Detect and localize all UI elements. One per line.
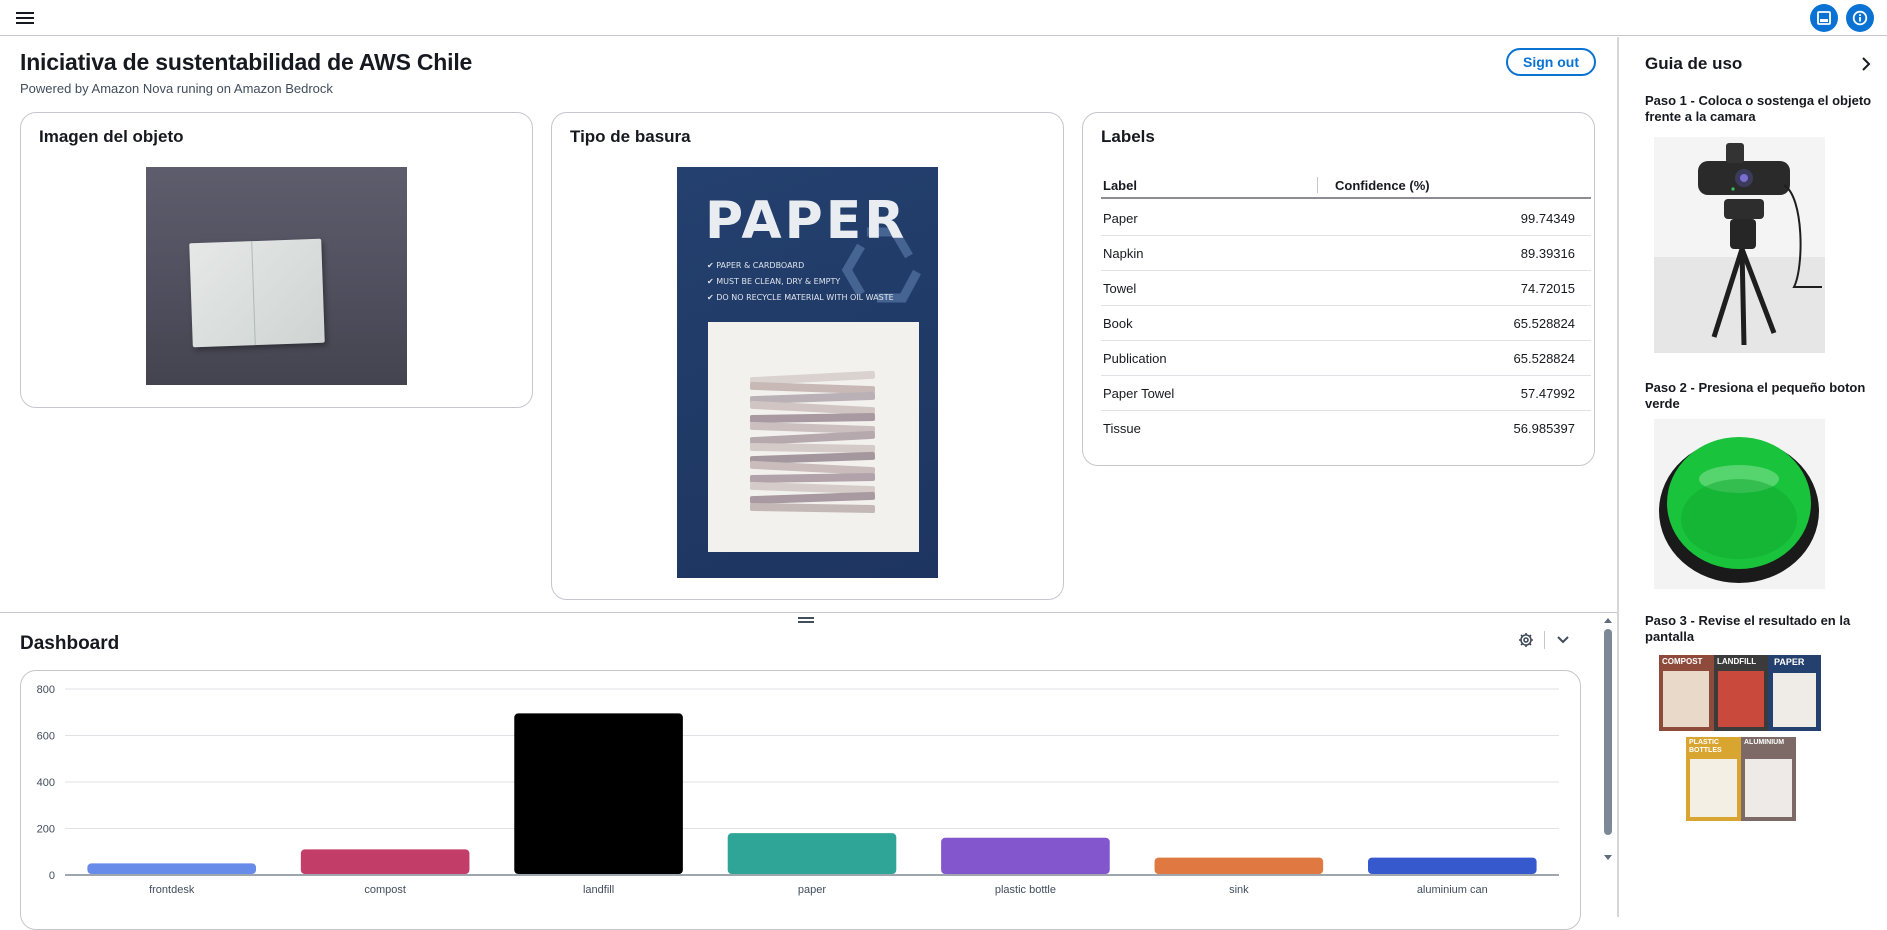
step-3-text: Paso 3 - Revise el resultado en la panta… [1645, 613, 1851, 644]
newspaper-stack-image [708, 322, 919, 552]
toolbar-divider [1544, 631, 1545, 649]
labels-table-header: Label Confidence (%) [1101, 173, 1591, 199]
table-row: Tissue 56.985397 [1101, 411, 1591, 446]
poster-title: PAPER [705, 191, 908, 251]
poster-label: PLASTIC BOTTLES [1689, 739, 1722, 754]
card-title: Tipo de basura [570, 127, 691, 146]
top-navigation [0, 0, 1887, 36]
row-confidence: 89.39316 [1520, 246, 1575, 261]
page-subtitle: Powered by Amazon Nova runing on Amazon … [20, 81, 333, 96]
card-title: Labels [1101, 127, 1155, 146]
webcam-image [1654, 137, 1825, 353]
card-title: Imagen del objeto [39, 127, 184, 146]
poster-label: LANDFILL [1717, 657, 1757, 666]
bar-aluminium-can[interactable] [1367, 857, 1537, 874]
x-tick-label: aluminium can [1417, 884, 1488, 896]
y-tick-label: 800 [37, 684, 55, 696]
hamburger-icon[interactable] [16, 9, 34, 25]
row-confidence: 65.528824 [1513, 351, 1575, 366]
paper-poster-small: PAPER [1768, 655, 1821, 731]
bar-plastic-bottle[interactable] [941, 837, 1110, 874]
row-label: Paper Towel [1103, 386, 1175, 401]
compost-poster: COMPOST [1659, 655, 1714, 731]
x-tick-label: sink [1229, 884, 1249, 896]
bar-paper[interactable] [727, 833, 897, 874]
table-row: Towel 74.72015 [1101, 271, 1591, 306]
row-confidence: 57.47992 [1520, 386, 1575, 401]
y-tick-label: 200 [37, 824, 55, 836]
row-label: Napkin [1103, 246, 1144, 261]
bar-landfill[interactable] [514, 713, 683, 874]
panel-button[interactable] [1810, 4, 1838, 32]
panel-icon [1817, 11, 1831, 25]
row-confidence: 99.74349 [1520, 211, 1575, 226]
resize-handle-icon[interactable] [798, 615, 814, 625]
poster-line: ✔ PAPER & CARDBOARD [707, 261, 805, 270]
bar-frontdesk[interactable] [87, 863, 257, 874]
plastic-poster: PLASTIC BOTTLES [1686, 737, 1741, 821]
bar-chart: 0 200 400 600 800 frontdesk compost landfill pap… [37, 684, 1559, 896]
dashboard-scrollbar[interactable] [1601, 613, 1615, 918]
paper-poster-image: PAPER ✔ PAPER & CARDBOARD ✔ MUST BE CLEA… [677, 167, 938, 578]
dashboard-actions [1518, 629, 1574, 651]
row-label: Paper [1103, 211, 1138, 226]
bar-sink[interactable] [1154, 857, 1324, 874]
aluminium-poster: ALUMINIUM [1741, 737, 1796, 821]
waste-type-card: Tipo de basura PAPER ✔ PAPER & CARDBOARD… [551, 112, 1064, 600]
row-confidence: 65.528824 [1513, 316, 1575, 331]
poster-line: ✔ MUST BE CLEAN, DRY & EMPTY [707, 277, 841, 286]
table-row: Paper 99.74349 [1101, 201, 1591, 236]
green-button-image [1654, 419, 1825, 589]
object-image-card: Imagen del objeto [20, 112, 533, 408]
row-confidence: 56.985397 [1513, 421, 1575, 436]
table-row: Paper Towel 57.47992 [1101, 376, 1591, 411]
column-divider[interactable] [1317, 177, 1318, 193]
napkin-image [189, 238, 325, 348]
row-confidence: 74.72015 [1520, 281, 1575, 296]
x-tick-label: plastic bottle [995, 884, 1056, 896]
dashboard-title: Dashboard [20, 633, 120, 654]
table-row: Publication 65.528824 [1101, 341, 1591, 376]
table-row: Napkin 89.39316 [1101, 236, 1591, 271]
row-label: Towel [1103, 281, 1137, 296]
page-title: Iniciativa de sustentabilidad de AWS Chi… [20, 49, 473, 75]
main-content: Iniciativa de sustentabilidad de AWS Chi… [0, 37, 1617, 612]
poster-line: ✔ DO NO RECYCLE MATERIAL WITH OIL WASTE [707, 293, 894, 302]
column-header-label[interactable]: Label [1103, 178, 1137, 193]
labels-card: Labels Label Confidence (%) Paper 99.7434… [1082, 112, 1595, 466]
chevron-down-icon[interactable] [1556, 634, 1570, 646]
poster-label: PAPER [1774, 657, 1805, 667]
dashboard-panel: Dashboard 0 200 400 600 800 frontdesk compost l… [0, 612, 1617, 930]
row-label: Book [1103, 316, 1133, 331]
settings-icon[interactable] [1518, 632, 1534, 648]
chart-card: 0 200 400 600 800 frontdesk compost landfill pap… [20, 670, 1581, 930]
x-tick-label: compost [364, 884, 406, 896]
x-tick-label: frontdesk [149, 884, 195, 896]
landfill-poster: LANDFILL [1714, 655, 1768, 731]
column-header-confidence[interactable]: Confidence (%) [1335, 178, 1430, 193]
y-tick-label: 0 [49, 870, 55, 882]
webcam-icon [1654, 143, 1825, 353]
chevron-right-icon[interactable] [1857, 55, 1875, 73]
info-button[interactable] [1846, 4, 1874, 32]
x-tick-label: landfill [583, 884, 614, 896]
sign-out-button[interactable]: Sign out [1506, 48, 1596, 76]
row-label: Publication [1103, 351, 1167, 366]
results-collage-image: COMPOST LANDFILL PAPER PLASTIC BOTTLES A… [1659, 655, 1823, 823]
table-row: Book 65.528824 [1101, 306, 1591, 341]
green-button-icon [1654, 419, 1825, 589]
guide-title: Guia de uso [1645, 54, 1743, 73]
x-tick-label: paper [798, 884, 826, 896]
step-1-text: Paso 1 - Coloca o sostenga el objeto fre… [1645, 93, 1872, 124]
row-label: Tissue [1103, 421, 1141, 436]
poster-label: COMPOST [1662, 657, 1703, 666]
guide-panel: Guia de uso Paso 1 - Coloca o sostenga e… [1617, 37, 1887, 917]
info-icon [1852, 10, 1868, 26]
y-tick-label: 600 [37, 731, 55, 743]
bar-compost[interactable] [300, 849, 470, 874]
poster-label: ALUMINIUM [1744, 739, 1785, 746]
y-tick-label: 400 [37, 777, 55, 789]
step-2-text: Paso 2 - Presiona el pequeño boton verde [1645, 380, 1866, 411]
object-photo [146, 167, 407, 385]
